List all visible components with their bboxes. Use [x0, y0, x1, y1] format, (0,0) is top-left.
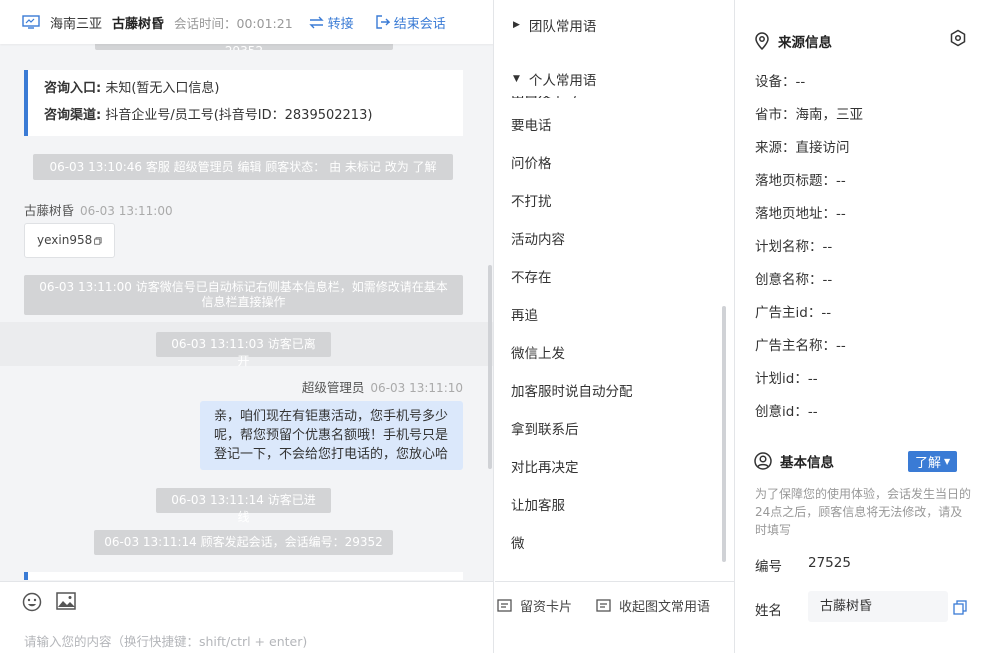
phrase-list[interactable]: 出口及下号 要电话 问价格 不打扰 活动内容 不存在 再追 微信上发 加客服时说… [495, 96, 725, 566]
settings-icon[interactable] [949, 29, 967, 47]
phrase-item[interactable]: 微 [511, 532, 525, 552]
basic-info-title: 基本信息 [754, 451, 834, 471]
end-label: 结束会话 [393, 16, 446, 32]
customer-status-dropdown[interactable]: 了解 ▼ [908, 451, 958, 472]
visitor-message[interactable]: yexin958 [24, 223, 115, 258]
transfer-button[interactable]: 转接 [308, 13, 354, 32]
creative-name: 创意名称：-- [755, 272, 833, 288]
section-label: 来源信息 [778, 35, 832, 51]
plan-name: 计划名称：-- [755, 239, 833, 255]
landing-url: 落地页地址：-- [755, 206, 846, 222]
agent-message[interactable]: 亲，咱们现在有钜惠活动，您手机号多少呢，帮您预留个优惠名额哦！手机号只是登记一下… [200, 401, 463, 470]
message-input[interactable]: 请输入您的内容（换行快捷键：shift/ctrl + enter) [24, 631, 307, 650]
customer-name-label: 姓名 [755, 603, 782, 619]
location-pin-icon [755, 32, 769, 50]
copy-icon[interactable] [953, 600, 967, 615]
group-label: 团队常用语 [528, 19, 597, 35]
transfer-icon [308, 16, 324, 28]
customer-id-value: 27525 [808, 555, 851, 571]
creative-id: 创意id：-- [755, 404, 818, 420]
image-icon[interactable] [56, 592, 76, 610]
button-label: 收起图文常用语 [619, 600, 711, 615]
visitor-sender: 古藤树昏 06-03 13:11:00 [24, 200, 173, 219]
group-label: 个人常用语 [528, 73, 597, 89]
message-composer: 请输入您的内容（换行快捷键：shift/ctrl + enter) [0, 581, 493, 653]
chat-scrollbar[interactable] [488, 265, 492, 469]
phrase-item[interactable]: 让加客服 [511, 494, 565, 514]
phrase-item[interactable]: 不存在 [511, 266, 552, 286]
entry-label: 咨询入口: [44, 81, 102, 96]
agent-sender: 超级管理员 06-03 13:11:10 [302, 377, 463, 396]
sender-time: 06-03 13:11:10 [370, 381, 463, 395]
phrase-item[interactable]: 要电话 [511, 114, 552, 134]
phrase-item[interactable]: 对比再决定 [511, 456, 579, 476]
consult-info-card: 咨询入口: 未知(暂无入口信息) 咨询渠道: 抖音企业号/员工号(抖音号ID：2… [24, 70, 463, 136]
system-message: 06-03 13:11:00 访客微信号已自动标记右侧基本信息栏，如需修改请在基… [24, 275, 463, 315]
rich-text-icon [596, 599, 611, 612]
visitor-name: 古藤树昏 [112, 16, 165, 32]
customer-info-panel: 来源信息 设备：-- 省市：海南，三亚 来源：直接访问 落地页标题：-- 落地页… [736, 0, 986, 653]
end-session-button[interactable]: 结束会话 [375, 13, 446, 32]
phrase-item[interactable]: 加客服时说自动分配 [511, 380, 633, 400]
monitor-icon [22, 15, 40, 29]
caret-right-icon: ▶ [513, 20, 520, 30]
source-channel: 来源：直接访问 [755, 140, 850, 156]
phrases-panel: ▶ 团队常用语 ▼ 个人常用语 出口及下号 要电话 问价格 不打扰 活动内容 不… [495, 0, 735, 653]
advertiser-name: 广告主名称：-- [755, 338, 846, 354]
clipped-phrase: 出口及下号 [511, 96, 601, 98]
phrase-item[interactable]: 再追 [511, 304, 538, 324]
session-time: 会话时间：00:01:21 [174, 15, 293, 31]
composer-tools [22, 592, 76, 612]
status-label: 了解 [915, 456, 942, 471]
customer-name-field[interactable]: 古藤树昏 [808, 591, 948, 622]
phrase-footer-divider [495, 581, 734, 582]
phrase-scrollbar[interactable] [722, 306, 726, 562]
visitor-location: 海南三亚 [50, 16, 103, 32]
user-circle-icon [754, 452, 772, 470]
team-phrases-group[interactable]: ▶ 团队常用语 [513, 15, 596, 35]
next-card-edge [24, 572, 463, 580]
entry-value: 未知(暂无入口信息) [105, 81, 220, 96]
lead-card-button[interactable]: 留资卡片 [497, 596, 572, 615]
system-message: 06-03 13:11:03 访客已离开 [156, 332, 331, 368]
source-info-title: 来源信息 [754, 31, 832, 51]
plan-id: 计划id：-- [755, 371, 818, 387]
sender-name: 超级管理员 [301, 380, 365, 395]
landing-title: 落地页标题：-- [755, 173, 846, 189]
edit-notice: 为了保障您的使用体验，会话发生当日的24点之后，顾客信息将无法修改，请及时填写 [755, 487, 972, 537]
personal-phrases-group[interactable]: ▼ 个人常用语 [513, 69, 596, 89]
phrase-item[interactable]: 不打扰 [511, 190, 552, 210]
message-list[interactable]: 06-03 13:10:46 顾客发起会话，会话编号：29352 咨询入口: 未… [0, 30, 493, 580]
caret-down-icon: ▼ [513, 74, 520, 84]
source-region: 省市：海南，三亚 [755, 107, 863, 123]
chat-header: 海南三亚 古藤树昏 会话时间：00:01:21 转接 结束会话 [0, 0, 493, 44]
emoji-icon[interactable] [22, 592, 42, 612]
sender-name: 古藤树昏 [24, 203, 75, 218]
copy-icon[interactable] [94, 235, 102, 247]
phrase-item[interactable]: 活动内容 [511, 228, 565, 248]
channel-label: 咨询渠道: [44, 108, 102, 123]
advertiser-id: 广告主id：-- [755, 305, 832, 321]
phrase-item[interactable]: 微信上发 [511, 342, 565, 362]
sender-time: 06-03 13:11:00 [80, 204, 173, 218]
phrase-item[interactable]: 问价格 [511, 152, 552, 172]
card-icon [497, 599, 512, 612]
app-root: 06-03 13:10:46 顾客发起会话，会话编号：29352 咨询入口: 未… [0, 0, 986, 653]
button-label: 留资卡片 [520, 600, 573, 615]
customer-id-label: 编号 [755, 559, 782, 575]
message-text: yexin958 [37, 233, 93, 247]
chat-panel: 06-03 13:10:46 顾客发起会话，会话编号：29352 咨询入口: 未… [0, 0, 494, 653]
system-message: 06-03 13:11:14 顾客发起会话，会话编号：29352 [94, 530, 393, 555]
transfer-label: 转接 [327, 16, 354, 32]
channel-value: 抖音企业号/员工号(抖音号ID：2839502213) [105, 108, 373, 123]
system-message: 06-03 13:10:46 客服 超级管理员 编辑 顾客状态： 由 未标记 改… [33, 154, 453, 180]
section-label: 基本信息 [780, 455, 834, 471]
exit-icon [375, 15, 390, 29]
system-message: 06-03 13:11:14 访客已进线 [156, 488, 331, 524]
phrase-item[interactable]: 拿到联系后 [511, 418, 579, 438]
collapse-rich-phrases-button[interactable]: 收起图文常用语 [596, 596, 710, 615]
source-device: 设备：-- [755, 74, 806, 90]
caret-down-icon: ▼ [944, 457, 951, 466]
